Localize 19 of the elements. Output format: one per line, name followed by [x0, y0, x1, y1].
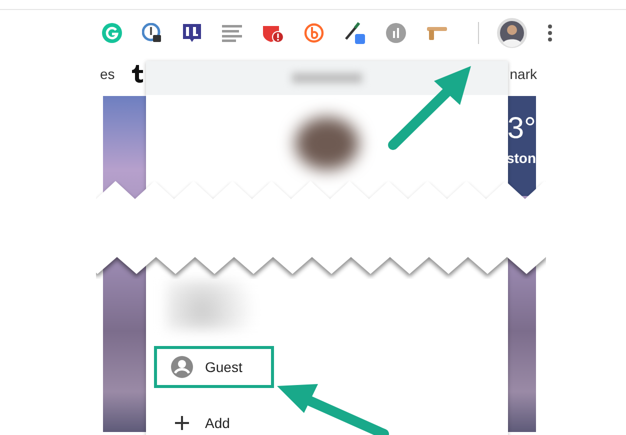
circle-logo-icon[interactable] [304, 22, 324, 42]
more-icon[interactable] [547, 24, 553, 42]
hammer-icon[interactable] [426, 24, 448, 40]
avatar-icon[interactable] [497, 18, 527, 48]
bookmark-logo-icon[interactable] [130, 65, 145, 83]
text-lines-icon[interactable] [222, 24, 242, 42]
bookmark-label[interactable]: es [100, 66, 115, 82]
eyedropper-icon[interactable] [344, 20, 366, 44]
bookmark-logo-icon[interactable] [182, 22, 202, 42]
blurred-text [292, 73, 362, 84]
weather-temperature: 3° [507, 112, 536, 146]
gauge-lock-icon[interactable] [142, 22, 162, 42]
menu-item[interactable]: Add [154, 402, 274, 435]
bar-chart-icon[interactable] [386, 22, 406, 42]
bookmark-label[interactable]: nark [510, 66, 537, 82]
blurred-avatar [295, 117, 359, 170]
person-icon [171, 356, 193, 378]
weather-location: ston [506, 150, 536, 166]
highlighted-menu-item[interactable]: Guest [154, 346, 274, 388]
